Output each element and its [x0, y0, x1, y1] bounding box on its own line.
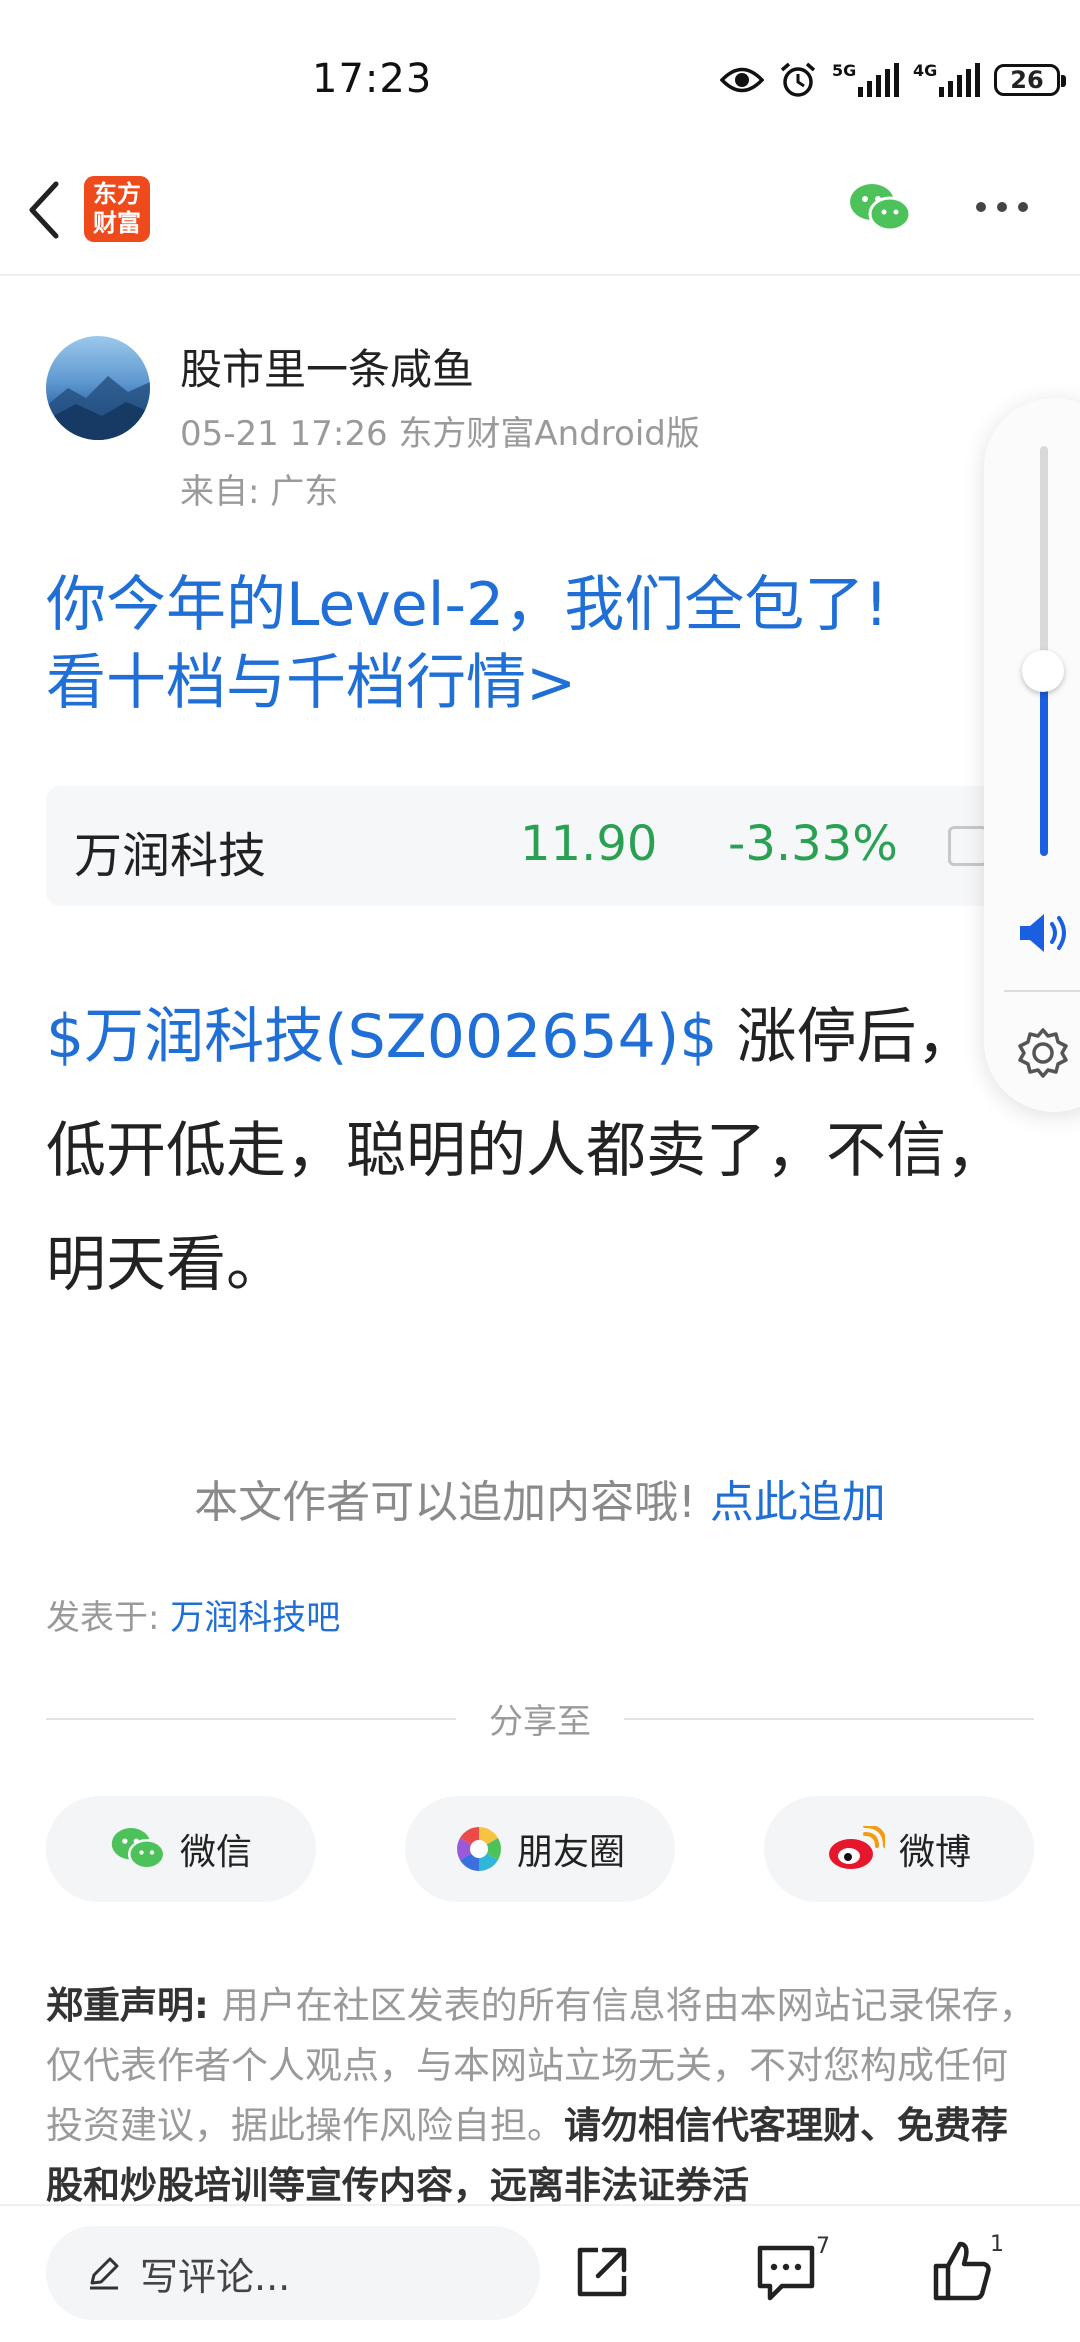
comment-placeholder: 写评论... [140, 2254, 291, 2299]
nav-divider [0, 274, 1080, 276]
settings-gear-icon[interactable] [1016, 1026, 1070, 1080]
posted-in-label: 发表于: [46, 1598, 171, 1638]
disclaimer: 郑重声明: 用户在社区发表的所有信息将由本网站记录保存，仅代表作者个人观点，与本… [46, 1976, 1036, 2216]
stock-change: -3.33% [728, 816, 898, 872]
share-wechat-button[interactable]: 微信 [46, 1796, 316, 1902]
back-chevron-icon[interactable] [24, 180, 64, 240]
pencil-icon [90, 2257, 119, 2290]
post-content: $万润科技(SZ002654)$ 涨停后，低开低走，聪明的人都卖了，不信，明天看… [46, 980, 1006, 1322]
append-content-row: 本文作者可以追加内容哦! 点此追加 [0, 1466, 1080, 1530]
comment-input[interactable]: 写评论... [46, 2226, 540, 2320]
volume-slider-knob[interactable] [1022, 650, 1064, 692]
like-icon[interactable] [932, 2240, 992, 2302]
promo-line-1: 你今年的Level-2，我们全包了! [46, 570, 889, 640]
stock-tag-link[interactable]: $万润科技(SZ002654)$ [46, 1002, 717, 1072]
more-options-icon[interactable] [974, 200, 1030, 214]
eastmoney-logo: 东方 财富 [84, 176, 150, 242]
wechat-share-icon[interactable] [848, 182, 912, 234]
append-prompt: 本文作者可以追加内容哦! [194, 1477, 696, 1528]
eye-icon [720, 67, 764, 93]
promo-line-2: 看十档与千档行情> [46, 648, 577, 718]
share-moments-label: 朋友圈 [516, 1832, 625, 1873]
share-weibo-button[interactable]: 微博 [764, 1796, 1034, 1902]
author-avatar[interactable] [46, 336, 150, 440]
author-name[interactable]: 股市里一条咸鱼 [180, 336, 474, 397]
stock-name: 万润科技 [74, 828, 267, 884]
post-meta: 05-21 17:26 东方财富Android版 [180, 414, 700, 454]
wechat-icon [111, 1828, 166, 1870]
status-time: 17:23 [312, 56, 433, 102]
append-link[interactable]: 点此追加 [710, 1477, 886, 1528]
stock-price: 11.90 [520, 816, 658, 872]
volume-slider-fill [1040, 671, 1048, 856]
disclaimer-title: 郑重声明 [46, 1984, 194, 2027]
forward-icon[interactable] [574, 2244, 630, 2300]
comment-icon[interactable] [756, 2244, 816, 2302]
board-link[interactable]: 万润科技吧 [170, 1598, 340, 1638]
avatar-mountain-image [46, 376, 150, 440]
moments-icon [457, 1827, 501, 1871]
comment-count: 7 [816, 2234, 830, 2259]
volume-panel [984, 398, 1080, 1112]
add-watchlist-checkbox-icon[interactable] [948, 826, 988, 866]
share-wechat-label: 微信 [179, 1832, 252, 1873]
volume-speaker-icon[interactable] [1018, 912, 1072, 954]
posted-in: 发表于: 万润科技吧 [46, 1590, 340, 1639]
battery-indicator: 26 [994, 64, 1066, 96]
post-location: 来自: 广东 [180, 472, 339, 512]
like-count: 1 [990, 2232, 1004, 2257]
share-weibo-label: 微博 [898, 1832, 971, 1873]
share-title: 分享至 [489, 1702, 591, 1742]
signal-4g-icon: 4G [913, 61, 980, 97]
alarm-icon [780, 62, 816, 97]
disclaimer-colon: : [194, 1984, 222, 2027]
share-moments-button[interactable]: 朋友圈 [405, 1796, 675, 1902]
level2-promo-link[interactable]: 你今年的Level-2，我们全包了! 看十档与千档行情> [46, 566, 1006, 722]
signal-5g-icon: 5G [832, 61, 899, 97]
weibo-icon [828, 1826, 885, 1869]
status-icons: 5G 4G 26 [720, 58, 1066, 102]
volume-panel-divider [1004, 990, 1080, 992]
